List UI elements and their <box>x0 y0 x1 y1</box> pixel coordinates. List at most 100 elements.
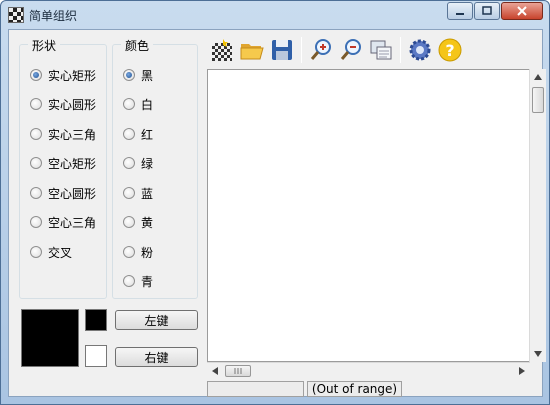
right-button[interactable]: 右键 <box>115 347 198 367</box>
help-button[interactable]: ? <box>435 35 465 65</box>
radio-button[interactable] <box>30 69 42 81</box>
radio-label: 实心三角 <box>48 127 97 142</box>
toolbar-separator <box>301 37 302 63</box>
title-bar[interactable]: 简单组织 <box>1 1 549 29</box>
color-option-cyan[interactable]: 青 <box>123 273 153 289</box>
status-panel-coordinates: (Out of range) <box>307 381 402 397</box>
radio-label: 空心圆形 <box>48 186 97 201</box>
client-area: 形状 实心矩形 实心圆形 实心三角 空心矩形 空心圆形 空心三角 交叉 颜色 黑… <box>8 29 546 397</box>
checker-icon <box>212 39 232 61</box>
left-button[interactable]: 左键 <box>115 310 198 330</box>
radio-label: 空心三角 <box>48 215 97 230</box>
zoom-in-button[interactable] <box>306 35 336 65</box>
radio-button[interactable] <box>123 216 135 228</box>
close-icon <box>517 6 527 16</box>
radio-button[interactable] <box>30 246 42 258</box>
shape-option-hollow-circle[interactable]: 空心圆形 <box>30 185 96 201</box>
arrow-left-icon <box>212 367 218 375</box>
scroll-up-button[interactable] <box>530 69 546 85</box>
zoom-out-button[interactable] <box>336 35 366 65</box>
open-button[interactable] <box>237 35 267 65</box>
color-option-pink[interactable]: 粉 <box>123 244 153 260</box>
window-controls <box>446 2 543 20</box>
windows-button[interactable] <box>366 35 396 65</box>
radio-label: 实心矩形 <box>48 68 97 83</box>
scroll-down-button[interactable] <box>530 346 546 362</box>
radio-label: 白 <box>141 97 154 112</box>
radio-button[interactable] <box>30 157 42 169</box>
zoom-out-icon <box>340 39 361 60</box>
color-option-blue[interactable]: 蓝 <box>123 185 153 201</box>
toolbar: ? <box>207 34 465 66</box>
settings-button[interactable] <box>405 35 435 65</box>
arrow-down-icon <box>534 351 542 357</box>
color-option-black[interactable]: 黑 <box>123 67 153 83</box>
shape-option-solid-circle[interactable]: 实心圆形 <box>30 96 96 112</box>
app-checker-icon <box>8 7 24 23</box>
color-option-red[interactable]: 红 <box>123 126 153 142</box>
color-option-white[interactable]: 白 <box>123 96 153 112</box>
svg-text:?: ? <box>445 41 454 60</box>
shape-option-cross[interactable]: 交叉 <box>30 244 72 260</box>
radio-button[interactable] <box>123 275 135 287</box>
new-button[interactable] <box>207 35 237 65</box>
horizontal-scrollbar[interactable] <box>207 362 530 379</box>
gear-icon <box>409 39 431 61</box>
radio-label: 青 <box>141 274 154 289</box>
radio-button[interactable] <box>30 128 42 140</box>
radio-label: 交叉 <box>48 245 73 260</box>
shape-option-solid-triangle[interactable]: 实心三角 <box>30 126 96 142</box>
window-title: 简单组织 <box>29 9 78 23</box>
save-icon <box>272 40 292 60</box>
radio-button[interactable] <box>30 216 42 228</box>
radio-button[interactable] <box>30 98 42 110</box>
vertical-scroll-thumb[interactable] <box>532 87 544 113</box>
folder-open-icon <box>240 44 264 60</box>
radio-label: 绿 <box>141 156 154 171</box>
color-option-yellow[interactable]: 黄 <box>123 214 153 230</box>
arrow-up-icon <box>534 74 542 80</box>
horizontal-scroll-thumb[interactable] <box>225 365 251 377</box>
color-option-green[interactable]: 绿 <box>123 155 153 171</box>
arrow-right-icon <box>519 367 525 375</box>
color-group-title: 颜色 <box>121 37 154 54</box>
shape-group-title: 形状 <box>28 37 61 54</box>
app-window: 简单组织 形状 实心矩形 实心圆形 实心三角 空心矩形 空心圆形 空心三角 交叉… <box>0 0 550 405</box>
radio-label: 黑 <box>141 68 154 83</box>
drawing-canvas[interactable] <box>207 69 531 362</box>
zoom-in-icon <box>310 39 331 60</box>
radio-label: 空心矩形 <box>48 156 97 171</box>
radio-button[interactable] <box>123 98 135 110</box>
minimize-button[interactable] <box>447 2 473 20</box>
shape-option-hollow-triangle[interactable]: 空心三角 <box>30 214 96 230</box>
vertical-scrollbar[interactable] <box>529 69 546 362</box>
shape-option-hollow-rect[interactable]: 空心矩形 <box>30 155 96 171</box>
status-panel-empty <box>207 381 304 397</box>
minimize-icon <box>456 13 464 15</box>
scroll-left-button[interactable] <box>207 363 223 379</box>
color-group: 颜色 黑 白 红 绿 蓝 黄 粉 青 <box>112 37 198 299</box>
radio-label: 实心圆形 <box>48 97 97 112</box>
save-button[interactable] <box>267 35 297 65</box>
radio-button[interactable] <box>123 157 135 169</box>
shape-group: 形状 实心矩形 实心圆形 实心三角 空心矩形 空心圆形 空心三角 交叉 <box>19 37 107 299</box>
help-icon: ? <box>438 38 462 62</box>
radio-label: 粉 <box>141 245 154 260</box>
radio-button[interactable] <box>30 187 42 199</box>
shape-option-solid-rect[interactable]: 实心矩形 <box>30 67 96 83</box>
radio-button[interactable] <box>123 246 135 258</box>
radio-button[interactable] <box>123 69 135 81</box>
radio-label: 红 <box>141 127 154 142</box>
maximize-button[interactable] <box>474 2 500 20</box>
windows-icon <box>370 40 392 60</box>
color-preview-swatch <box>21 309 79 367</box>
radio-label: 蓝 <box>141 186 154 201</box>
toolbar-separator <box>400 37 401 63</box>
left-color-swatch[interactable] <box>85 309 107 331</box>
radio-button[interactable] <box>123 187 135 199</box>
right-color-swatch[interactable] <box>85 345 107 367</box>
grip-icon <box>234 368 242 374</box>
radio-button[interactable] <box>123 128 135 140</box>
scroll-right-button[interactable] <box>514 363 530 379</box>
close-button[interactable] <box>501 2 543 20</box>
